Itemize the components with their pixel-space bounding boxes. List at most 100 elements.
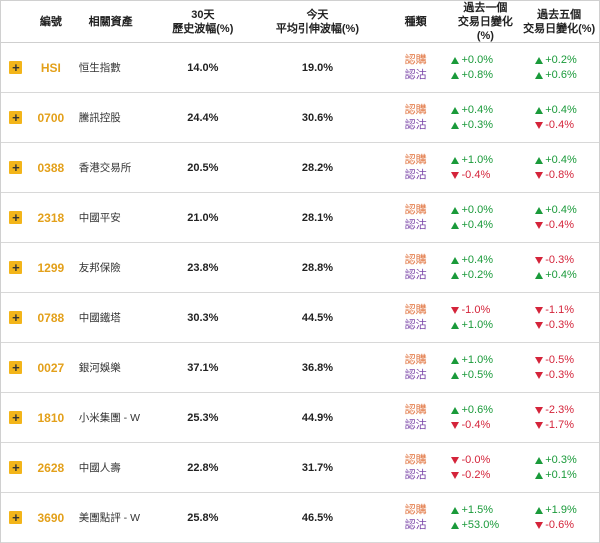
asset-code[interactable]: 3690 <box>31 511 71 525</box>
triangle-up-icon <box>535 206 544 214</box>
plus-icon[interactable]: + <box>9 211 23 224</box>
change-text: +0.6% <box>545 68 577 81</box>
implied-volatility: 28.8% <box>301 261 334 274</box>
change-text: +0.6% <box>461 403 493 416</box>
change-value: +0.4% <box>519 103 599 118</box>
change-text: -0.4% <box>461 418 491 431</box>
change-value: +0.2% <box>451 268 519 283</box>
expand-cell: + <box>1 161 31 174</box>
change-text: +0.3% <box>461 118 493 131</box>
change-text: -0.3% <box>545 253 574 266</box>
plus-icon[interactable]: + <box>9 261 23 274</box>
plus-icon[interactable]: + <box>9 61 23 74</box>
asset-code[interactable]: 0388 <box>31 161 71 175</box>
triangle-down-icon <box>451 456 460 464</box>
asset-name: 恒生指數 <box>78 62 121 74</box>
five-day-change-cell: -0.5% -0.3% <box>519 353 599 383</box>
change-text: +0.4% <box>545 103 577 116</box>
change-value: -0.6% <box>519 518 599 533</box>
triangle-down-icon <box>535 321 544 329</box>
change-text: -0.4% <box>461 168 491 181</box>
change-value: +1.0% <box>451 318 519 333</box>
asset-code[interactable]: 2318 <box>31 211 71 225</box>
call-label: 認購 <box>404 303 427 316</box>
asset-name: 友邦保險 <box>78 262 121 274</box>
plus-icon[interactable]: + <box>9 461 23 474</box>
triangle-up-icon <box>535 271 544 279</box>
change-value: +0.4% <box>451 218 519 233</box>
triangle-down-icon <box>451 306 460 314</box>
change-text: +0.4% <box>545 203 577 216</box>
triangle-down-icon <box>535 221 544 229</box>
historical-volatility: 25.3% <box>187 411 219 424</box>
plus-icon[interactable]: + <box>9 311 23 324</box>
triangle-up-icon <box>451 121 460 129</box>
triangle-up-icon <box>535 56 544 64</box>
change-text: +1.5% <box>461 503 493 516</box>
change-text: +0.4% <box>461 253 493 266</box>
change-value: +1.0% <box>451 153 519 168</box>
plus-icon[interactable]: + <box>9 361 23 374</box>
plus-icon[interactable]: + <box>9 111 23 124</box>
change-text: +1.9% <box>545 503 577 516</box>
asset-code[interactable]: 0788 <box>31 311 71 325</box>
change-value: +0.4% <box>451 253 519 268</box>
triangle-up-icon <box>451 221 460 229</box>
change-text: +0.3% <box>545 453 577 466</box>
change-value: +0.3% <box>451 118 519 133</box>
put-label: 認沽 <box>404 68 427 81</box>
type-cell: 認購 認沽 <box>380 53 452 83</box>
triangle-down-icon <box>451 171 460 179</box>
plus-icon[interactable]: + <box>9 161 23 174</box>
header-type: 種類 <box>404 15 427 28</box>
change-text: -1.0% <box>461 303 491 316</box>
asset-code[interactable]: 0027 <box>31 361 71 375</box>
call-label: 認購 <box>404 203 427 216</box>
table-row: +0788 中國鐵塔 30.3% 44.5% 認購 認沽 -1.0% +1.0% -1.1% -0… <box>1 293 599 343</box>
table-row: +3690 美團點評 - W 25.8% 46.5% 認購 認沽 +1.5% +53.0% +1… <box>1 493 599 543</box>
call-label: 認購 <box>404 153 427 166</box>
expand-cell: + <box>1 361 31 374</box>
triangle-up-icon <box>451 356 460 364</box>
historical-volatility: 20.5% <box>187 161 219 174</box>
triangle-up-icon <box>451 406 460 414</box>
expand-cell: + <box>1 411 31 424</box>
change-text: +1.0% <box>461 353 493 366</box>
asset-code[interactable]: 2628 <box>31 461 71 475</box>
change-text: -0.2% <box>461 468 491 481</box>
triangle-up-icon <box>535 471 544 479</box>
change-value: +0.4% <box>519 153 599 168</box>
change-value: +53.0% <box>451 518 519 533</box>
asset-name: 小米集團 - W <box>78 412 141 424</box>
change-text: +0.4% <box>461 103 493 116</box>
put-label: 認沽 <box>404 518 427 531</box>
plus-icon[interactable]: + <box>9 411 23 424</box>
five-day-change-cell: -0.3% +0.4% <box>519 253 599 283</box>
five-day-change-cell: +0.2% +0.6% <box>519 53 599 83</box>
historical-volatility: 37.1% <box>187 361 219 374</box>
change-value: -0.4% <box>451 418 519 433</box>
header-one-day-change: 過去一個 交易日變化(%) <box>452 1 520 43</box>
asset-code[interactable]: HSI <box>31 61 71 75</box>
change-text: -1.7% <box>545 418 574 431</box>
table-row: +2628 中國人壽 22.8% 31.7% 認購 認沽 -0.0% -0.2% +0.3% +0… <box>1 443 599 493</box>
asset-name: 中國鐵塔 <box>78 312 121 324</box>
expand-cell: + <box>1 311 31 324</box>
header-hv-line2: 歷史波幅(%) <box>172 22 234 35</box>
plus-icon[interactable]: + <box>9 511 23 524</box>
change-text: +0.1% <box>545 468 577 481</box>
change-value: -0.4% <box>451 168 519 183</box>
change-value: -1.0% <box>451 303 519 318</box>
one-day-change-cell: +1.5% +53.0% <box>451 503 519 533</box>
triangle-down-icon <box>451 421 460 429</box>
change-text: -0.3% <box>545 368 574 381</box>
change-text: +0.5% <box>461 368 493 381</box>
asset-code[interactable]: 0700 <box>31 111 71 125</box>
historical-volatility: 14.0% <box>187 61 219 74</box>
triangle-up-icon <box>451 106 460 114</box>
asset-code[interactable]: 1810 <box>31 411 71 425</box>
asset-code[interactable]: 1299 <box>31 261 71 275</box>
change-text: +1.0% <box>461 153 493 166</box>
implied-volatility: 31.7% <box>301 461 334 474</box>
change-text: +0.0% <box>461 53 493 66</box>
